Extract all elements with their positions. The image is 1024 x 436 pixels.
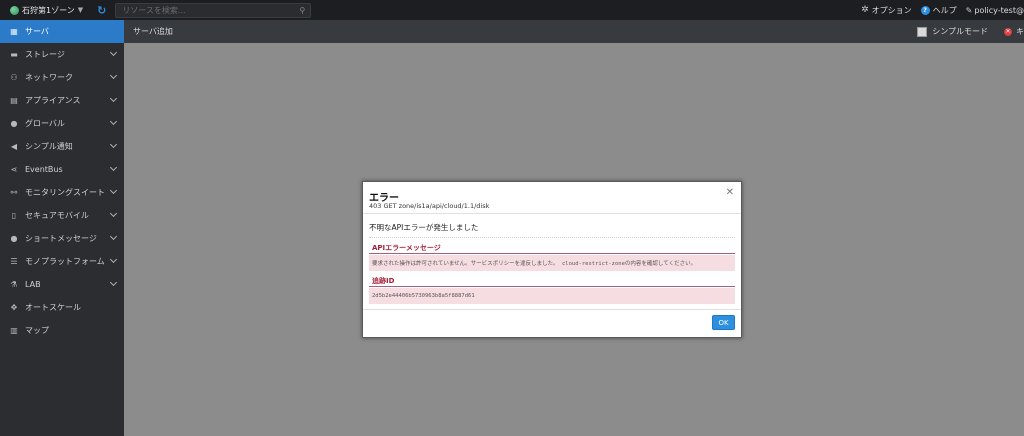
sidebar-item-label: オートスケール [25,303,81,312]
help-menu[interactable]: ? ヘルプ [920,5,957,16]
dialog-subtitle: 403 GET zone/is1a/api/cloud/1.1/disk [369,202,490,210]
dialog-dotted-divider [369,237,735,238]
api-error-label: APIエラーメッセージ [372,244,441,252]
storage-icon: ▬ [10,50,18,59]
globe-icon [10,5,19,15]
sidebar-item-label: ストレージ [25,50,65,59]
chevron-down-icon[interactable] [109,209,118,218]
arrows-icon: ✥ [10,303,18,312]
options-label: オプション [871,5,912,15]
sidebar-item-1[interactable]: ▬ ストレージ [0,43,124,66]
user-menu[interactable]: ✎ policy-test@ [966,6,1024,15]
sidebar-item-label: ショートメッセージ [25,234,97,243]
chevron-down-icon[interactable] [109,232,118,241]
api-error-underline [369,253,735,254]
sidebar-item-7[interactable]: ⚯ モニタリングスイート [0,181,124,204]
sidebar-item-label: シンプル通知 [25,142,73,151]
chevron-down-icon[interactable] [109,140,118,149]
zone-selector[interactable]: 石狩第1ゾーン ▼ [0,0,83,20]
top-right-menu: ✲ オプション ? ヘルプ ✎ policy-test@ [861,0,1024,20]
ok-button[interactable]: OK [712,315,735,330]
trace-id-underline [369,286,735,287]
chevron-down-icon[interactable] [109,186,118,195]
error-dialog: エラー 403 GET zone/is1a/api/cloud/1.1/disk… [362,181,742,338]
chevron-down-icon[interactable] [109,255,118,264]
sidebar-item-9[interactable]: ● ショートメッセージ [0,227,124,250]
sidebar-item-label: ネットワーク [25,73,73,82]
sidebar-item-label: LAB [25,280,41,289]
chat-icon: ● [10,234,18,243]
trace-id-label: 追跡ID [372,277,395,285]
chevron-down-icon[interactable] [109,71,118,80]
sidebar-item-13[interactable]: ▥ マップ [0,319,124,342]
map-icon: ▥ [10,326,18,335]
api-error-text: 要求された操作は許可されていません。サービスポリシーを違反しました。 cloud… [369,255,735,271]
help-icon: ? [920,5,930,15]
sidebar-item-label: アプライアンス [25,96,81,105]
chevron-down-icon[interactable] [109,117,118,126]
sidebar-item-3[interactable]: ▤ アプライアンス [0,89,124,112]
sidebar-item-label: セキュアモバイル [25,211,89,220]
sidebar-item-11[interactable]: ⚗ LAB [0,273,124,296]
sidebar-item-label: グローバル [25,119,65,128]
sub-header: サーバ追加 シンプルモード ✕ キャ [124,20,1024,43]
search-icon[interactable]: ⚲ [299,6,305,15]
pencil-icon: ✎ [965,5,973,15]
help-label: ヘルプ [932,5,957,15]
mobile-icon: ▯ [11,211,17,220]
share-icon: ⋖ [10,165,18,174]
sidebar-item-12[interactable]: ✥ オートスケール [0,296,124,319]
dialog-header-divider [363,213,741,214]
flask-icon: ⚗ [10,280,18,289]
search-input[interactable] [116,3,311,17]
top-bar: 石狩第1ゾーン ▼ ↻ ⚲ ✲ オプション ? ヘルプ ✎ policy-tes… [0,0,1024,20]
close-icon: ✕ [725,187,734,198]
user-label: policy-test@ [974,5,1024,15]
sidebar-item-label: サーバ [25,27,49,36]
binoculars-icon: ⚯ [10,188,18,197]
simple-mode-label: シンプルモード [932,27,988,36]
megaphone-icon: ◀ [10,142,18,151]
caret-down-icon: ▼ [77,6,84,14]
sidebar-item-6[interactable]: ⋖ EventBus [0,158,124,181]
sidebar-item-5[interactable]: ◀ シンプル通知 [0,135,124,158]
globe-icon: ● [10,119,18,128]
cancel-icon: ✕ [1004,27,1012,36]
cancel-button[interactable]: ✕ キャ [1004,26,1024,37]
sidebar-item-10[interactable]: ☰ モノプラットフォーム [0,250,124,273]
chevron-down-icon[interactable] [109,163,118,172]
resource-search: ⚲ [115,2,312,18]
sidebar-item-label: モニタリングスイート [25,188,105,197]
chevron-down-icon[interactable] [109,48,118,57]
sidebar-item-2[interactable]: ⚇ ネットワーク [0,66,124,89]
zone-label: 石狩第1ゾーン [22,5,75,15]
sidebar-item-label: EventBus [25,165,63,174]
sidebar-item-8[interactable]: ▯ セキュアモバイル [0,204,124,227]
appliance-icon: ▤ [10,96,18,105]
gear-icon: ✲ [861,5,869,15]
network-icon: ⚇ [10,73,18,82]
cancel-label: キャ [1016,27,1024,36]
sidebar-item-label: モノプラットフォーム [25,257,105,266]
dialog-footer-divider [363,309,741,310]
server-icon: ▦ [10,27,18,36]
page-title: サーバ追加 [133,27,173,36]
refresh-icon[interactable]: ↻ [97,4,106,17]
simple-mode-toggle[interactable]: シンプルモード [917,26,988,37]
options-menu[interactable]: ✲ オプション [861,5,912,16]
simple-mode-checkbox[interactable] [917,26,928,37]
trace-id-value: 2d5b2e44406b5730963b8a5f8887d61 [369,288,735,304]
dialog-message: 不明なAPIエラーが発生しました [369,223,479,232]
chevron-down-icon[interactable] [109,278,118,287]
sidebar: ▦ サーバ ▬ ストレージ ⚇ ネットワーク ▤ アプライアンス ● グローバル ◀ シンプル通知 ⋖ E… [0,20,124,436]
sidebar-item-4[interactable]: ● グローバル [0,112,124,135]
close-button[interactable]: ✕ [726,187,734,198]
chevron-down-icon[interactable] [109,94,118,103]
sidebar-item-label: マップ [25,326,49,335]
list-icon: ☰ [10,257,18,266]
sidebar-item-0[interactable]: ▦ サーバ [0,20,124,43]
